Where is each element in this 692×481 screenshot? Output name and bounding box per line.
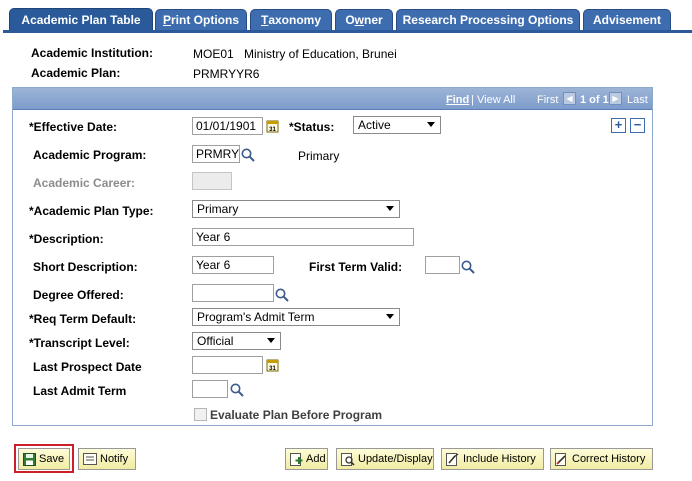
academic-career-field	[192, 172, 232, 190]
tab-accesskey: P	[162, 13, 171, 27]
update-display-icon	[341, 452, 355, 466]
academic-program-description: Primary	[298, 149, 340, 163]
degree-offered-field[interactable]	[192, 284, 274, 302]
include-history-button[interactable]: Include History	[441, 448, 544, 470]
tab-advisement[interactable]: Advisement	[583, 9, 671, 30]
correct-history-label: Correct History	[572, 453, 646, 465]
last-admit-term-label: Last Admit Term	[33, 384, 127, 398]
include-history-icon	[446, 452, 459, 466]
tab-accesskey: w	[354, 13, 364, 27]
status-value: Active	[358, 118, 391, 132]
first-label: First	[537, 94, 559, 106]
academic-plan-type-select[interactable]: Primary	[192, 200, 400, 218]
next-arrow-icon[interactable]: ▶	[609, 92, 622, 105]
add-button[interactable]: Add	[285, 448, 328, 470]
notify-label: Notify	[100, 453, 129, 465]
last-admit-term-field[interactable]	[192, 380, 228, 398]
chevron-down-icon	[267, 338, 275, 343]
effective-date-field[interactable]: 01/01/1901	[192, 117, 263, 135]
search-icon[interactable]	[229, 382, 245, 398]
tab-taxonomy[interactable]: Taxonomy	[250, 9, 332, 30]
transcript-level-label: *Transcript Level:	[29, 336, 130, 350]
academic-plan-type-value: Primary	[197, 202, 239, 216]
svg-text:31: 31	[269, 366, 276, 372]
plan-value: PRMRYYR6	[193, 67, 260, 81]
tab-academic-plan-table[interactable]: Academic Plan Table	[9, 8, 153, 31]
academic-program-field[interactable]: PRMRY	[192, 145, 240, 163]
last-prospect-date-label: Last Prospect Date	[33, 360, 142, 374]
last-prospect-date-field[interactable]	[192, 356, 263, 374]
short-description-label: Short Description:	[33, 260, 138, 274]
search-icon[interactable]	[274, 287, 290, 303]
update-display-button[interactable]: Update/Display	[336, 448, 434, 470]
description-label: *Description:	[29, 232, 104, 246]
institution-name: Ministry of Education, Brunei	[244, 47, 397, 61]
institution-label: Academic Institution:	[31, 46, 154, 60]
add-row-icon[interactable]: +	[611, 118, 626, 133]
calendar-icon[interactable]: 31	[265, 118, 281, 134]
correct-history-button[interactable]: Correct History	[550, 448, 653, 470]
calendar-icon[interactable]: 31	[265, 357, 281, 373]
transcript-level-select[interactable]: Official	[192, 332, 281, 350]
chevron-down-icon	[386, 314, 394, 319]
svg-text:31: 31	[269, 127, 276, 133]
tab-research-processing-options[interactable]: Research Processing Options	[396, 9, 580, 30]
grid-navigation-bar: Find | View All First ◀ 1 of 1 ▶ Last	[13, 88, 652, 110]
tab-label: Advisement	[592, 13, 662, 27]
row-range: 1 of 1	[580, 94, 609, 106]
first-term-valid-label: First Term Valid:	[309, 260, 403, 274]
evaluate-plan-label: Evaluate Plan Before Program	[210, 408, 383, 422]
tab-label: Academic Plan Table	[21, 13, 141, 27]
view-all-link[interactable]: View All	[477, 94, 515, 106]
update-display-label: Update/Display	[358, 453, 433, 465]
add-icon	[290, 452, 303, 466]
delete-row-icon[interactable]: −	[630, 118, 645, 133]
effective-date-label: *Effective Date:	[29, 120, 118, 134]
tab-label: axonomy	[268, 13, 322, 27]
evaluate-plan-checkbox[interactable]	[194, 408, 207, 421]
degree-offered-label: Degree Offered:	[33, 288, 124, 302]
previous-arrow-icon[interactable]: ◀	[563, 92, 576, 105]
tab-label: Research Processing Options	[402, 13, 574, 27]
tab-underline	[3, 30, 692, 33]
notify-button[interactable]: Notify	[78, 448, 136, 470]
status-label: *Status:	[289, 120, 335, 134]
req-term-default-label: *Req Term Default:	[29, 312, 137, 326]
search-icon[interactable]	[240, 147, 256, 163]
last-label: Last	[627, 94, 648, 106]
notify-icon	[83, 453, 97, 465]
tab-print-options[interactable]: Print Options	[155, 9, 247, 30]
first-term-valid-field[interactable]	[425, 256, 460, 274]
institution-code: MOE01	[193, 47, 234, 61]
correct-history-icon	[555, 452, 566, 466]
description-field[interactable]: Year 6	[192, 228, 414, 246]
transcript-level-value: Official	[197, 334, 234, 348]
save-icon	[23, 452, 36, 466]
nav-separator: |	[471, 94, 474, 106]
academic-program-label: Academic Program:	[33, 148, 147, 162]
search-icon[interactable]	[460, 259, 476, 275]
req-term-default-select[interactable]: Program's Admit Term	[192, 308, 400, 326]
add-label: Add	[306, 453, 326, 465]
academic-career-label: Academic Career:	[33, 176, 136, 190]
short-description-field[interactable]: Year 6	[192, 256, 274, 274]
plan-detail-grid: Find | View All First ◀ 1 of 1 ▶ Last + …	[12, 87, 653, 426]
chevron-down-icon	[427, 122, 435, 127]
find-link[interactable]: Find	[446, 94, 469, 106]
tab-label: rint Options	[171, 13, 239, 27]
tab-label-pre: O	[345, 13, 355, 27]
chevron-down-icon	[386, 206, 394, 211]
academic-plan-type-label: *Academic Plan Type:	[29, 204, 154, 218]
save-button[interactable]: Save	[18, 448, 70, 470]
save-label: Save	[39, 453, 65, 465]
include-history-label: Include History	[463, 453, 536, 465]
plan-label: Academic Plan:	[31, 66, 121, 80]
status-select[interactable]: Active	[353, 116, 441, 134]
req-term-default-value: Program's Admit Term	[197, 310, 315, 324]
tab-label: ner	[364, 13, 383, 27]
tab-accesskey: T	[260, 13, 269, 27]
tab-owner[interactable]: Ow ner	[335, 9, 393, 30]
